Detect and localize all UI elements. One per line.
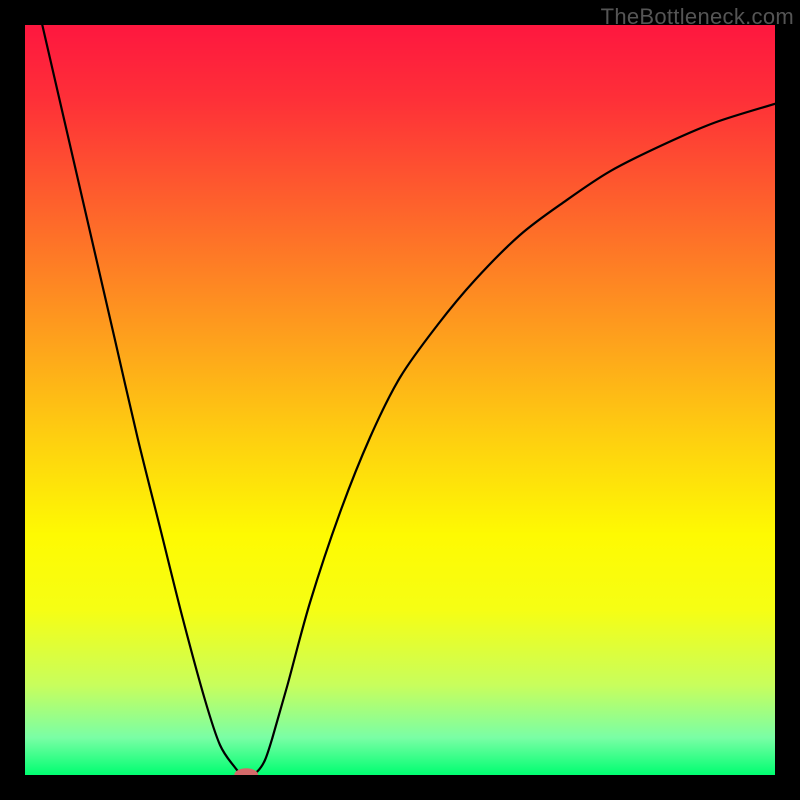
- watermark-text: TheBottleneck.com: [601, 4, 794, 30]
- plot-area: [25, 25, 775, 775]
- chart-container: TheBottleneck.com: [0, 0, 800, 800]
- background-gradient: [25, 25, 775, 775]
